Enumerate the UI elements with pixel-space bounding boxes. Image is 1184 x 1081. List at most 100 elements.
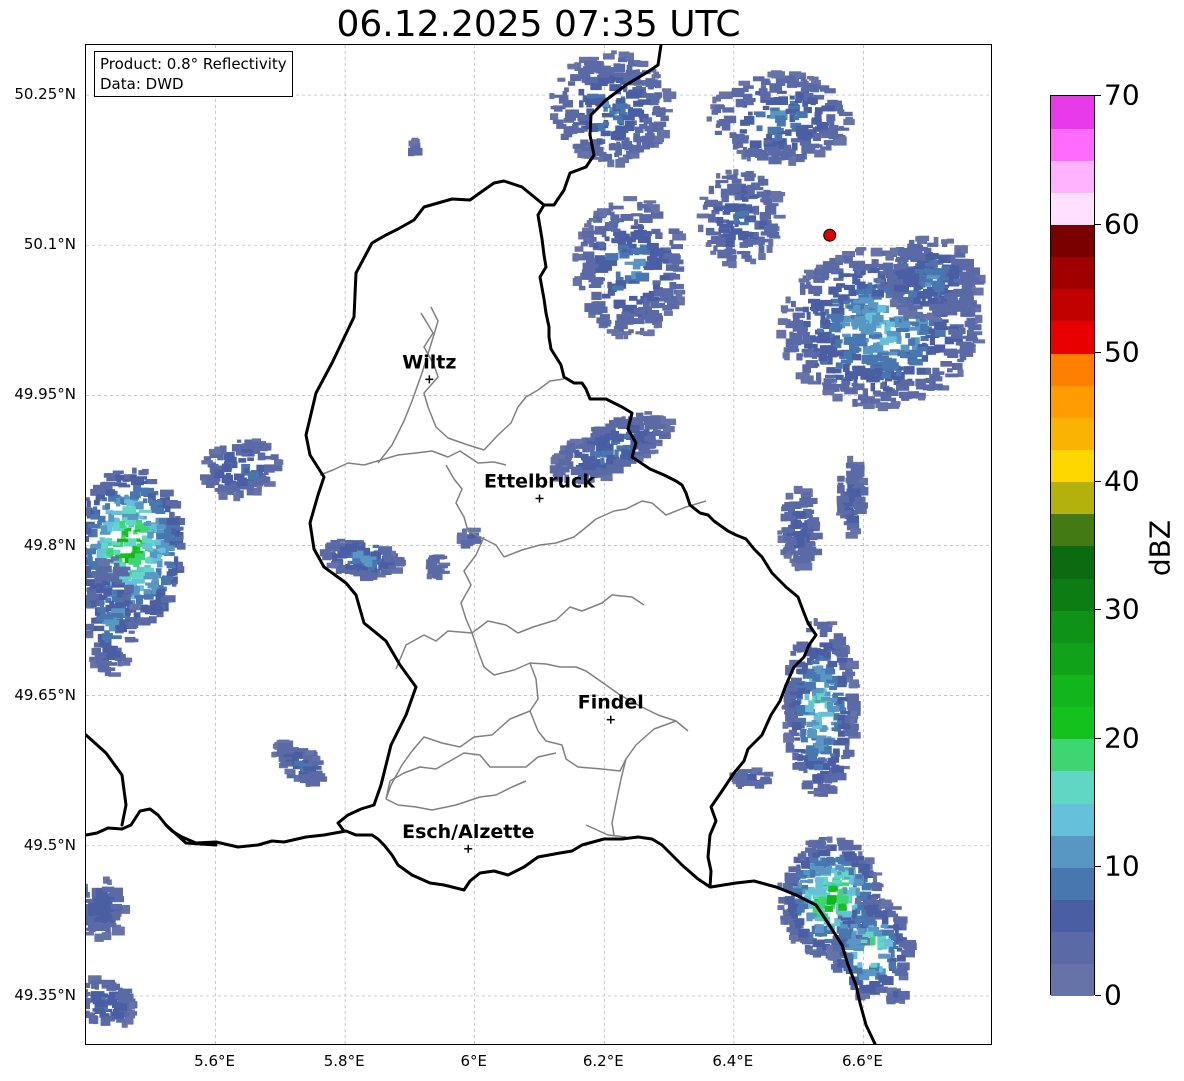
- echo-cell: [147, 531, 154, 539]
- echo-cell: [175, 526, 184, 531]
- echo-cell: [116, 497, 121, 507]
- echo-cell: [651, 228, 661, 235]
- echo-cell: [847, 938, 861, 945]
- echo-cell: [124, 584, 134, 594]
- echo-cell: [88, 908, 95, 917]
- echo-cell: [270, 454, 279, 460]
- echo-cell: [625, 55, 630, 60]
- echo-cell: [804, 693, 810, 701]
- echo-cell: [654, 424, 666, 430]
- echo-cell: [259, 476, 267, 480]
- echo-cell: [900, 285, 909, 292]
- echo-cell: [817, 328, 824, 333]
- echo-cell: [886, 997, 900, 1003]
- echo-cell: [853, 320, 867, 326]
- city-marker[interactable]: Ettelbruck: [484, 470, 595, 503]
- echo-cell: [816, 377, 822, 385]
- echo-cell: [605, 253, 619, 261]
- echo-cell: [110, 613, 124, 618]
- echo-cell: [801, 782, 814, 790]
- echo-cell: [663, 418, 677, 425]
- echo-cell: [886, 274, 898, 284]
- canton-boundary: [529, 710, 539, 732]
- echo-cell: [568, 126, 578, 133]
- echo-cell: [912, 273, 920, 282]
- echo-cell: [838, 126, 845, 130]
- echo-cell: [926, 275, 941, 280]
- echo-cell: [557, 77, 566, 82]
- echo-cell: [870, 247, 883, 257]
- echo-cell: [795, 125, 809, 135]
- echo-cell: [870, 883, 884, 888]
- colorbar: [1050, 95, 1095, 997]
- echo-cell: [651, 74, 661, 79]
- echo-cell: [771, 71, 785, 79]
- echo-cell: [830, 753, 836, 757]
- echo-cell: [86, 548, 97, 555]
- echo-cell: [811, 650, 819, 660]
- echo-cell: [121, 535, 126, 539]
- echo-cell: [247, 485, 255, 494]
- echo-cell: [652, 280, 661, 285]
- echo-cell: [360, 566, 368, 571]
- echo-cell: [360, 572, 374, 582]
- echo-cell: [702, 204, 708, 210]
- echo-cell: [788, 703, 796, 708]
- echo-cell: [87, 556, 93, 565]
- canton-boundary: [385, 780, 527, 811]
- echo-cell: [159, 547, 166, 553]
- lon-tick-label: 6.2°E: [582, 1052, 624, 1070]
- colorbar-segment: [1051, 931, 1094, 965]
- echo-cell: [136, 476, 148, 480]
- echo-cell: [791, 78, 799, 85]
- echo-cell: [774, 134, 783, 142]
- echo-cell: [862, 969, 876, 975]
- echo-cell: [603, 53, 615, 60]
- city-marker[interactable]: Wiltz: [402, 351, 456, 384]
- radar-map[interactable]: Wiltz Ettelbruck Findel Esch/Alzette: [85, 44, 992, 1045]
- echo-cell: [600, 130, 611, 137]
- echo-cell: [821, 130, 830, 139]
- echo-cell: [705, 242, 712, 247]
- echo-cell: [86, 990, 88, 995]
- lon-tick-label: 6.6°E: [842, 1052, 883, 1070]
- echo-cell: [660, 115, 669, 121]
- echo-cell: [873, 398, 881, 403]
- echo-cell: [599, 435, 611, 442]
- echo-cell: [848, 868, 854, 876]
- echo-cell: [817, 334, 830, 343]
- echo-cell: [842, 921, 848, 925]
- echo-cell: [811, 301, 824, 309]
- canton-boundary: [483, 378, 565, 451]
- city-marker[interactable]: Esch/Alzette: [402, 821, 534, 853]
- echo-cell: [934, 303, 943, 308]
- radar-site-marker[interactable]: [823, 228, 837, 242]
- echo-cell: [820, 320, 829, 326]
- echo-cell: [654, 290, 662, 297]
- echo-cell: [845, 462, 852, 469]
- echo-cell: [721, 175, 734, 179]
- city-marker[interactable]: Findel: [578, 692, 644, 724]
- echo-cell: [823, 738, 833, 745]
- echo-cell: [838, 294, 849, 301]
- echo-cell: [828, 889, 836, 893]
- echo-cell: [549, 93, 555, 100]
- echo-cell: [857, 928, 866, 935]
- echo-cell: [843, 118, 855, 126]
- echo-cell: [706, 116, 712, 122]
- echo-cell: [88, 918, 95, 925]
- echo-cell: [812, 852, 820, 858]
- echo-cell: [896, 335, 902, 344]
- city-label: Esch/Alzette: [402, 821, 534, 843]
- echo-cell: [918, 396, 926, 401]
- colorbar-tick: [1095, 737, 1101, 739]
- colorbar-tick: [1095, 866, 1101, 868]
- echo-cell: [840, 359, 846, 364]
- colorbar-segment: [1051, 417, 1094, 451]
- echo-cell: [842, 333, 851, 337]
- echo-cell: [641, 445, 651, 454]
- echo-cell: [144, 572, 159, 580]
- echo-cell: [581, 273, 590, 280]
- echo-cell: [852, 383, 865, 391]
- echo-cell: [814, 363, 820, 367]
